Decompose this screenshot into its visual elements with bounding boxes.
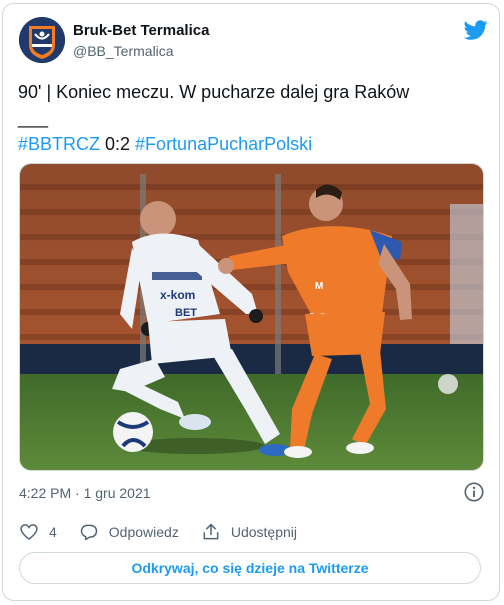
tweet-photo[interactable]: x-kom BET M 18	[19, 163, 484, 471]
share-button[interactable]: Udostępnij	[201, 522, 297, 542]
score-text: 0:2	[100, 134, 136, 154]
tweet-line-2: ___	[18, 108, 49, 128]
like-count: 4	[49, 524, 57, 540]
reply-button[interactable]: Odpowiedz	[79, 522, 179, 542]
twitter-bird-icon[interactable]	[464, 18, 488, 42]
reply-label: Odpowiedz	[108, 524, 179, 540]
svg-text:M: M	[315, 281, 323, 292]
tweet-text: 90' | Koniec meczu. W pucharze dalej gra…	[18, 79, 478, 157]
kit-text: BET	[175, 307, 197, 319]
share-icon	[203, 523, 219, 540]
tweet-actions: 4 Odpowiedz Udostępnij	[19, 520, 319, 544]
heart-icon	[20, 524, 38, 541]
info-icon[interactable]	[463, 481, 485, 503]
club-logo	[19, 17, 65, 63]
hashtag-link[interactable]: #FortunaPucharPolski	[135, 134, 312, 154]
like-button[interactable]: 4	[19, 522, 57, 542]
tweet-line-1: 90' | Koniec meczu. W pucharze dalej gra…	[18, 82, 410, 102]
hashtag-link[interactable]: #BBTRCZ	[18, 134, 100, 154]
tweet-timestamp[interactable]: 4:22 PM · 1 gru 2021	[19, 485, 151, 501]
discover-twitter-button[interactable]: Odkrywaj, co się dzieje na Twitterze	[19, 552, 481, 584]
share-label: Udostępnij	[230, 524, 297, 540]
match-photo: x-kom BET M 18	[20, 164, 483, 470]
account-name[interactable]: Bruk-Bet Termalica	[73, 22, 209, 39]
account-handle[interactable]: @BB_Termalica	[73, 43, 174, 59]
tweet-line-3: #BBTRCZ 0:2 #FortunaPucharPolski	[18, 131, 478, 157]
reply-icon	[80, 524, 98, 541]
avatar[interactable]	[19, 17, 65, 63]
kit-sponsor: x-kom	[160, 288, 195, 302]
